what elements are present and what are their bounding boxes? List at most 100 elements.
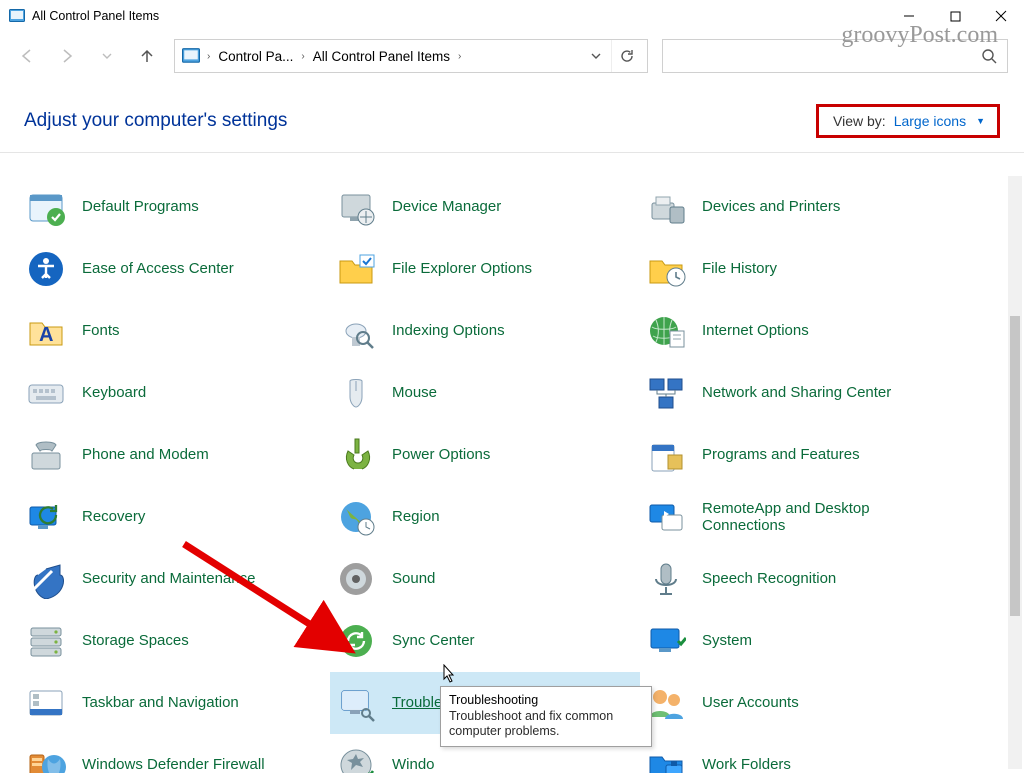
- cp-item-label: Sync Center: [392, 632, 475, 649]
- address-bar[interactable]: › Control Pa... › All Control Panel Item…: [174, 39, 648, 73]
- cp-item-label: Mouse: [392, 384, 437, 401]
- cp-item-label: Ease of Access Center: [82, 260, 234, 277]
- file-history-icon: [644, 247, 688, 291]
- window-title: All Control Panel Items: [32, 9, 159, 23]
- cp-item-defender[interactable]: Windows Defender Firewall: [20, 734, 330, 773]
- cp-item-label: Fonts: [82, 322, 120, 339]
- file-explorer-opts-icon: [334, 247, 378, 291]
- recovery-icon: [24, 495, 68, 539]
- cp-item-file-explorer-opts[interactable]: File Explorer Options: [330, 238, 640, 300]
- network-sharing-icon: [644, 371, 688, 415]
- cp-item-devices-printers[interactable]: Devices and Printers: [640, 176, 970, 238]
- cp-item-label: Speech Recognition: [702, 570, 836, 587]
- cp-item-label: Sound: [392, 570, 435, 587]
- up-button[interactable]: [134, 43, 160, 69]
- cp-item-phone-modem[interactable]: Phone and Modem: [20, 424, 330, 486]
- cp-item-sync[interactable]: Sync Center: [330, 610, 640, 672]
- speech-icon: [644, 557, 688, 601]
- scrollbar-thumb[interactable]: [1010, 316, 1020, 616]
- troubleshooting-icon: [334, 681, 378, 725]
- cp-item-fonts[interactable]: Fonts: [20, 300, 330, 362]
- breadcrumb-segment[interactable]: Control Pa...: [216, 49, 295, 64]
- cp-item-file-history[interactable]: File History: [640, 238, 970, 300]
- work-folders-icon: [644, 743, 688, 773]
- cp-item-label: Windo: [392, 756, 435, 773]
- cp-item-indexing[interactable]: Indexing Options: [330, 300, 640, 362]
- cp-item-label: Storage Spaces: [82, 632, 189, 649]
- sync-icon: [334, 619, 378, 663]
- cp-item-work-folders[interactable]: Work Folders: [640, 734, 970, 773]
- cp-item-label: File Explorer Options: [392, 260, 532, 277]
- cp-item-network-sharing[interactable]: Network and Sharing Center: [640, 362, 970, 424]
- system-icon: [644, 619, 688, 663]
- cp-item-label: Phone and Modem: [82, 446, 209, 463]
- control-panel-icon: [181, 46, 201, 66]
- watermark: groovyPost.com: [841, 22, 998, 49]
- cp-item-user-accounts[interactable]: User Accounts: [640, 672, 970, 734]
- view-by-control[interactable]: View by: Large icons ▼: [816, 104, 1000, 138]
- cp-item-recovery[interactable]: Recovery: [20, 486, 330, 548]
- fonts-icon: [24, 309, 68, 353]
- page-title: Adjust your computer's settings: [24, 110, 287, 132]
- cp-item-label: Taskbar and Navigation: [82, 694, 239, 711]
- cp-item-remoteapp[interactable]: RemoteApp and Desktop Connections: [640, 486, 970, 548]
- scrollbar[interactable]: [1008, 176, 1022, 769]
- cp-item-label: Network and Sharing Center: [702, 384, 891, 401]
- forward-button[interactable]: [54, 43, 80, 69]
- cp-item-label: Windows Defender Firewall: [82, 756, 265, 773]
- view-by-label: View by:: [833, 113, 886, 129]
- cp-item-label: Devices and Printers: [702, 198, 840, 215]
- refresh-button[interactable]: [611, 40, 641, 72]
- internet-options-icon: [644, 309, 688, 353]
- storage-icon: [24, 619, 68, 663]
- cp-item-label: Indexing Options: [392, 322, 505, 339]
- cp-item-system[interactable]: System: [640, 610, 970, 672]
- tooltip-body: Troubleshoot and fix common computer pro…: [449, 709, 643, 740]
- cp-item-security-maint[interactable]: Security and Maintenance: [20, 548, 330, 610]
- cp-item-label: Programs and Features: [702, 446, 860, 463]
- cp-item-label: File History: [702, 260, 777, 277]
- cp-item-programs-features[interactable]: Programs and Features: [640, 424, 970, 486]
- cp-item-label: Internet Options: [702, 322, 809, 339]
- breadcrumb-segment[interactable]: All Control Panel Items: [311, 49, 452, 64]
- cp-item-taskbar[interactable]: Taskbar and Navigation: [20, 672, 330, 734]
- cp-item-label: Recovery: [82, 508, 145, 525]
- back-button[interactable]: [14, 43, 40, 69]
- items-viewport: Default Programs Device Manager Devices an…: [0, 176, 1008, 773]
- device-manager-icon: [334, 185, 378, 229]
- cp-item-internet-options[interactable]: Internet Options: [640, 300, 970, 362]
- windows-partial-icon: [334, 743, 378, 773]
- cp-item-label: RemoteApp and Desktop Connections: [702, 500, 922, 535]
- recent-dropdown[interactable]: [94, 43, 120, 69]
- cp-item-region[interactable]: Region: [330, 486, 640, 548]
- cp-item-ease-access[interactable]: Ease of Access Center: [20, 238, 330, 300]
- chevron-right-icon[interactable]: ›: [456, 51, 463, 62]
- cp-item-storage[interactable]: Storage Spaces: [20, 610, 330, 672]
- cp-item-mouse[interactable]: Mouse: [330, 362, 640, 424]
- cp-item-label: Keyboard: [82, 384, 146, 401]
- sound-icon: [334, 557, 378, 601]
- cp-item-sound[interactable]: Sound: [330, 548, 640, 610]
- control-panel-icon: [8, 7, 26, 25]
- cp-item-label: User Accounts: [702, 694, 799, 711]
- cp-item-power[interactable]: Power Options: [330, 424, 640, 486]
- indexing-icon: [334, 309, 378, 353]
- cp-item-label: Security and Maintenance: [82, 570, 255, 587]
- region-icon: [334, 495, 378, 539]
- cp-item-keyboard[interactable]: Keyboard: [20, 362, 330, 424]
- cp-item-speech[interactable]: Speech Recognition: [640, 548, 970, 610]
- keyboard-icon: [24, 371, 68, 415]
- cp-item-label: Device Manager: [392, 198, 501, 215]
- phone-modem-icon: [24, 433, 68, 477]
- cp-item-label: Default Programs: [82, 198, 199, 215]
- chevron-right-icon[interactable]: ›: [205, 51, 212, 62]
- power-icon: [334, 433, 378, 477]
- cp-item-default-programs[interactable]: Default Programs: [20, 176, 330, 238]
- devices-printers-icon: [644, 185, 688, 229]
- default-programs-icon: [24, 185, 68, 229]
- address-dropdown[interactable]: [585, 50, 607, 62]
- cp-item-device-manager[interactable]: Device Manager: [330, 176, 640, 238]
- tooltip-title: Troubleshooting: [449, 693, 643, 709]
- chevron-right-icon[interactable]: ›: [299, 51, 306, 62]
- defender-icon: [24, 743, 68, 773]
